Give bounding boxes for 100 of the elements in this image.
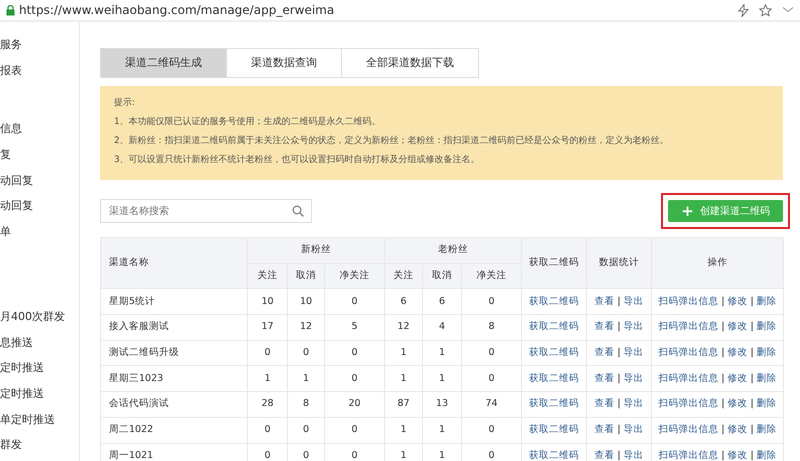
separator: | (750, 450, 754, 461)
table-link[interactable]: 扫码弹出信息 (658, 372, 718, 384)
table-link[interactable]: 导出 (624, 424, 644, 436)
table-cell: 星期三1023 (100, 366, 248, 392)
table-cell: 0 (462, 417, 522, 443)
column-header: 取消 (422, 263, 462, 289)
column-header: 关注 (384, 263, 423, 289)
notice-text: 1、本功能仅限已认证的服务号使用；生成的二维码是永久二维码。 (114, 116, 382, 129)
table-cell: 0 (324, 366, 385, 392)
table-cell: 12 (288, 314, 324, 340)
separator: | (617, 424, 621, 436)
sidebar-item[interactable]: 动回复 (0, 170, 79, 196)
table-cell: 0 (288, 417, 324, 443)
table-link[interactable]: 扫码弹出信息 (658, 346, 718, 358)
table-cell: 测试二维码升级 (100, 340, 248, 366)
table-cell: 0 (324, 417, 385, 443)
separator: | (750, 321, 754, 332)
table-cell: 接入客服测试 (100, 314, 248, 340)
separator: | (617, 398, 621, 410)
separator: | (721, 424, 725, 436)
tab[interactable]: 渠道数据查询 (226, 48, 342, 78)
table-link[interactable]: 导出 (624, 398, 644, 410)
table-cell: 1 (422, 340, 462, 366)
table-link[interactable]: 导出 (624, 450, 644, 461)
table-cell: 10 (248, 288, 288, 315)
table-cell: 周一1021 (100, 443, 248, 461)
column-header: 获取二维码 (522, 238, 587, 289)
sidebar-item[interactable]: 复 (0, 145, 79, 171)
tab[interactable]: 全部渠道数据下载 (341, 48, 479, 78)
sidebar-item[interactable]: 动回复 (0, 196, 79, 222)
table-link[interactable]: 导出 (624, 346, 644, 358)
column-header: 操作 (652, 238, 784, 289)
address-url[interactable]: https://www.weihaobang.com/manage/app_erweima (19, 1, 334, 19)
table-link[interactable]: 导出 (624, 372, 644, 384)
sidebar-item[interactable]: 单 (0, 222, 79, 248)
table-link[interactable]: 删除 (756, 296, 777, 307)
table-link[interactable]: 删除 (756, 372, 777, 384)
table-link[interactable]: 查看 (594, 296, 614, 307)
column-header: 净关注 (462, 263, 522, 289)
separator: | (721, 321, 725, 332)
column-header: 渠道名称 (100, 238, 248, 289)
sidebar-item[interactable]: 定时推送 (0, 384, 79, 410)
separator: | (721, 372, 725, 384)
table-link[interactable]: 查看 (594, 398, 614, 410)
tab[interactable]: 渠道二维码生成 (100, 48, 227, 78)
table-cell: 8 (288, 392, 324, 418)
sidebar-item[interactable]: 息推送 (0, 332, 79, 358)
table-link[interactable]: 修改 (728, 346, 748, 358)
column-group-header: 老粉丝 (384, 238, 522, 264)
table-link[interactable]: 修改 (728, 296, 748, 307)
table-link[interactable]: 扫码弹出信息 (658, 424, 718, 436)
table-link[interactable]: 修改 (728, 321, 748, 332)
table-link[interactable]: 删除 (756, 346, 777, 358)
sidebar-item[interactable]: 单定时推送 (0, 410, 79, 436)
sidebar-item[interactable]: 定时推送 (0, 358, 79, 384)
table-cell: 8 (462, 314, 522, 340)
table-link[interactable]: 修改 (728, 398, 748, 410)
separator: | (617, 296, 621, 307)
table-link[interactable]: 查看 (594, 424, 614, 436)
search-icon[interactable] (292, 205, 304, 217)
table-link[interactable]: 查看 (594, 346, 614, 358)
table-link[interactable]: 导出 (624, 296, 644, 307)
table-cell: 0 (324, 340, 385, 366)
table-cell: 0 (288, 340, 324, 366)
table-cell: 1 (384, 366, 423, 392)
table-link[interactable]: 查看 (594, 372, 614, 384)
table-link[interactable]: 删除 (756, 424, 777, 436)
table-cell: 会话代码演试 (100, 392, 248, 418)
separator: | (721, 398, 725, 410)
table-link[interactable]: 扫码弹出信息 (658, 321, 718, 332)
separator: | (617, 346, 621, 358)
column-header: 净关注 (324, 263, 385, 289)
table-cell: 4 (422, 314, 462, 340)
table-cell: 6 (384, 288, 423, 315)
table-link[interactable]: 扫码弹出信息 (658, 296, 718, 307)
table-cell: 1 (288, 366, 324, 392)
sidebar-item[interactable]: 信息 (0, 119, 79, 146)
table-link[interactable]: 修改 (728, 450, 748, 461)
sidebar-item[interactable]: 服务 (0, 35, 79, 61)
table-link[interactable]: 扫码弹出信息 (658, 450, 718, 461)
table-cell: 0 (248, 417, 288, 443)
table-cell: 1 (248, 366, 288, 392)
table-link[interactable]: 查看 (594, 321, 614, 332)
sidebar-item[interactable]: 报表 (0, 60, 79, 86)
table-link[interactable]: 导出 (624, 321, 644, 332)
table-link[interactable]: 扫码弹出信息 (658, 398, 718, 410)
search-field[interactable]: 渠道名称搜索 (100, 199, 312, 223)
sidebar-item[interactable]: 群发 (0, 435, 79, 461)
table-link[interactable]: 删除 (756, 321, 777, 332)
table-link[interactable]: 修改 (728, 372, 748, 384)
table-link[interactable]: 删除 (756, 398, 777, 410)
table-link[interactable]: 查看 (594, 450, 614, 461)
table-link[interactable]: 删除 (756, 450, 777, 461)
lightning-icon[interactable] (738, 4, 749, 16)
sidebar-item[interactable]: 月400次群发 (0, 306, 79, 332)
table-link[interactable]: 修改 (728, 424, 748, 436)
star-icon[interactable] (759, 4, 772, 16)
table-cell: 1 (384, 417, 423, 443)
chevron-icon[interactable] (782, 6, 794, 14)
table-cell: 0 (462, 288, 522, 315)
